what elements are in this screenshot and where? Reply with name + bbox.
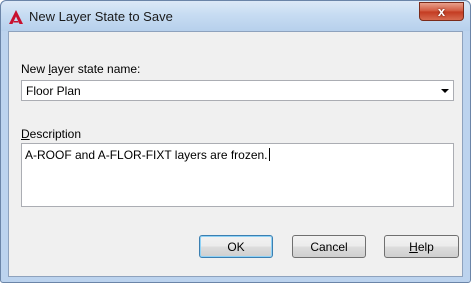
text-caret (268, 148, 270, 161)
title-bar[interactable]: New Layer State to Save x (1, 1, 470, 31)
close-icon: x (437, 4, 446, 19)
ok-button[interactable]: OK (199, 235, 273, 258)
layer-state-name-label: New layer state name: (21, 62, 141, 76)
description-text: A-ROOF and A-FLOR-FIXT layers are frozen… (25, 148, 268, 162)
description-textarea[interactable]: A-ROOF and A-FLOR-FIXT layers are frozen… (21, 143, 454, 207)
layer-state-name-value: Floor Plan (26, 84, 81, 98)
dialog-body: New layer state name: Floor Plan Descrip… (8, 31, 463, 277)
help-button[interactable]: Help (384, 235, 459, 258)
chevron-down-icon[interactable] (441, 89, 449, 93)
window-title: New Layer State to Save (29, 9, 173, 24)
dialog-window: New Layer State to Save x New layer stat… (0, 0, 471, 283)
cancel-button[interactable]: Cancel (292, 235, 366, 258)
help-button-label: Help (409, 239, 434, 254)
close-button[interactable]: x (419, 2, 464, 21)
autocad-logo-icon (9, 10, 23, 24)
layer-state-name-combobox[interactable]: Floor Plan (21, 80, 454, 101)
ok-button-label: OK (227, 239, 245, 254)
cancel-button-label: Cancel (310, 239, 348, 254)
description-label: Description (21, 127, 82, 141)
